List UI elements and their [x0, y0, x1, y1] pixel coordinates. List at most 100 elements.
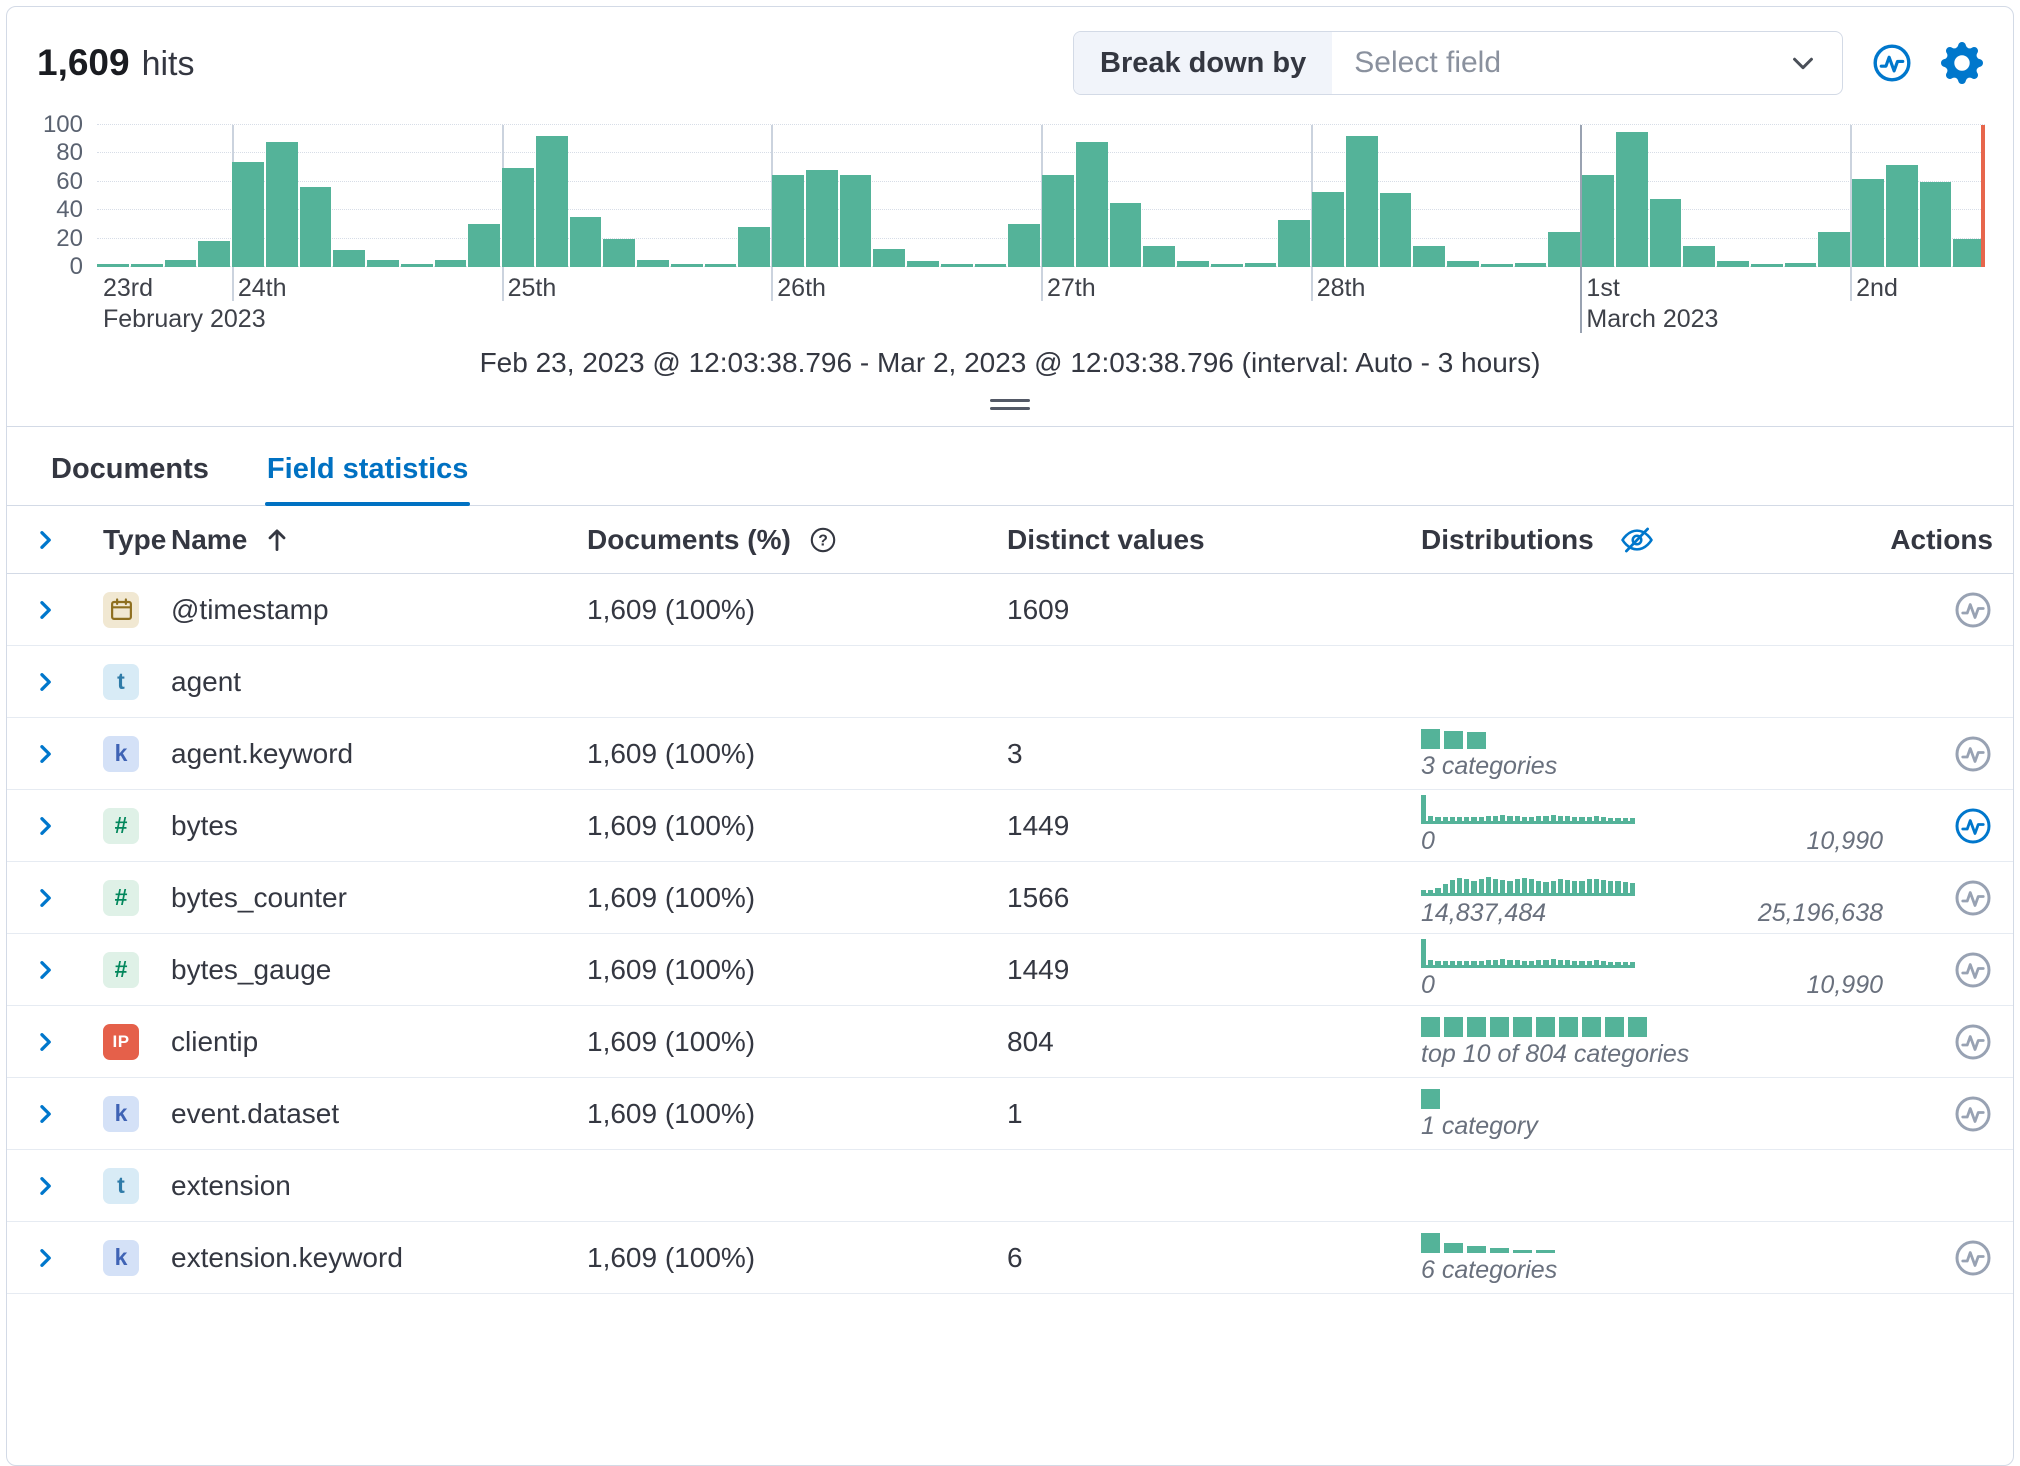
- histogram-bar[interactable]: [637, 260, 669, 267]
- field-stats-action-button[interactable]: [1953, 590, 1993, 630]
- row-expand-button[interactable]: [27, 813, 59, 839]
- field-stats-action-button[interactable]: [1953, 1094, 1993, 1134]
- row-expand-button[interactable]: [27, 885, 59, 911]
- histogram-bar[interactable]: [367, 260, 399, 267]
- histogram-bar[interactable]: [1413, 246, 1445, 267]
- histogram-bar[interactable]: [1110, 203, 1142, 267]
- visualize-button[interactable]: [1871, 42, 1913, 84]
- histogram-bar[interactable]: [1177, 261, 1209, 267]
- histogram-bar[interactable]: [570, 217, 602, 267]
- histogram-bar[interactable]: [1076, 142, 1108, 267]
- histogram-bar[interactable]: [1008, 224, 1040, 267]
- histogram-bar[interactable]: [840, 175, 872, 267]
- row-expand-button[interactable]: [27, 1173, 59, 1199]
- histogram-bar[interactable]: [1852, 179, 1884, 267]
- row-expand-button[interactable]: [27, 669, 59, 695]
- field-stats-action-button[interactable]: [1953, 878, 1993, 918]
- tab-documents[interactable]: Documents: [49, 427, 211, 505]
- histogram-bar[interactable]: [1380, 193, 1412, 267]
- distribution-mini-chart: [1421, 939, 1635, 968]
- distribution-max-label: 25,196,638: [1758, 899, 1883, 928]
- histogram-bar[interactable]: [1717, 261, 1749, 267]
- histogram-bar[interactable]: [1042, 175, 1074, 267]
- row-expand-button[interactable]: [27, 1029, 59, 1055]
- row-expand-button[interactable]: [27, 741, 59, 767]
- histogram-bar[interactable]: [1616, 132, 1648, 267]
- histogram-bar[interactable]: [468, 224, 500, 267]
- histogram-bar[interactable]: [300, 187, 332, 267]
- histogram-bar[interactable]: [1312, 192, 1344, 267]
- tab-field-statistics[interactable]: Field statistics: [265, 427, 470, 505]
- histogram-bar[interactable]: [131, 264, 163, 267]
- histogram-bar[interactable]: [97, 264, 129, 267]
- histogram-bar[interactable]: [671, 264, 703, 267]
- distribution-bar: [1493, 816, 1498, 821]
- histogram-bar[interactable]: [1346, 136, 1378, 267]
- histogram-bar[interactable]: [536, 136, 568, 267]
- histogram-bar[interactable]: [401, 264, 433, 267]
- histogram-bar[interactable]: [975, 264, 1007, 267]
- distribution-bar: [1608, 818, 1613, 821]
- histogram-bar[interactable]: [1920, 182, 1952, 267]
- chart-settings-button[interactable]: [1941, 42, 1983, 84]
- field-stats-action-button[interactable]: [1953, 1022, 1993, 1062]
- breakdown-label: Break down by: [1074, 32, 1332, 94]
- histogram-bar[interactable]: [1683, 246, 1715, 267]
- histogram-bar[interactable]: [502, 168, 534, 267]
- x-tick-label: 26th: [777, 273, 826, 304]
- histogram-bar[interactable]: [1245, 263, 1277, 267]
- distribution-bar: [1601, 817, 1606, 821]
- histogram-bar[interactable]: [266, 142, 298, 267]
- histogram-bar[interactable]: [907, 261, 939, 267]
- histogram-bars[interactable]: [97, 125, 1985, 267]
- field-stats-action-button[interactable]: [1953, 1238, 1993, 1278]
- field-stats-action-button[interactable]: [1953, 734, 1993, 774]
- row-expand-button[interactable]: [27, 957, 59, 983]
- row-expand-button[interactable]: [27, 1245, 59, 1271]
- distribution-bar: [1572, 881, 1577, 893]
- histogram-bar[interactable]: [333, 250, 365, 267]
- field-stats-action-button[interactable]: [1953, 950, 1993, 990]
- histogram-bar[interactable]: [232, 162, 264, 267]
- histogram-bar[interactable]: [873, 249, 905, 267]
- expand-all-button[interactable]: [27, 527, 59, 553]
- histogram-bar[interactable]: [1886, 165, 1918, 267]
- histogram-bar[interactable]: [1582, 175, 1614, 267]
- breakdown-field-select[interactable]: Select field: [1332, 32, 1842, 94]
- histogram-bar[interactable]: [1818, 232, 1850, 268]
- histogram-bar[interactable]: [1650, 199, 1682, 267]
- row-expand-button[interactable]: [27, 1101, 59, 1127]
- histogram-bar[interactable]: [1143, 246, 1175, 267]
- column-header-name[interactable]: Name: [171, 524, 567, 556]
- histogram-bar[interactable]: [1548, 232, 1580, 268]
- documents-histogram[interactable]: 020406080100 23rdFebruary 202324th25th26…: [7, 125, 2013, 267]
- row-expand-button[interactable]: [27, 597, 59, 623]
- distributions-toggle-icon[interactable]: [1620, 523, 1654, 557]
- histogram-bar[interactable]: [1751, 264, 1783, 267]
- field-stats-action-button[interactable]: [1953, 806, 1993, 846]
- distribution-bar: [1428, 890, 1433, 893]
- distribution-bar: [1428, 816, 1433, 821]
- histogram-bar[interactable]: [941, 264, 973, 267]
- chevron-right-icon: [33, 1245, 59, 1271]
- histogram-bar[interactable]: [1447, 261, 1479, 267]
- histogram-bar[interactable]: [165, 260, 197, 267]
- histogram-bar[interactable]: [603, 239, 635, 267]
- histogram-bar[interactable]: [1785, 263, 1817, 267]
- histogram-bar[interactable]: [738, 227, 770, 267]
- histogram-bar[interactable]: [435, 260, 467, 267]
- histogram-plot-area[interactable]: 23rdFebruary 202324th25th26th27th28th1st…: [97, 125, 1985, 267]
- histogram-bar[interactable]: [772, 175, 804, 267]
- histogram-bar[interactable]: [198, 241, 230, 267]
- histogram-bar[interactable]: [705, 264, 737, 267]
- panel-resize-handle[interactable]: [990, 399, 1030, 410]
- histogram-bar[interactable]: [1515, 263, 1547, 267]
- documents-help-icon[interactable]: ?: [809, 526, 837, 554]
- histogram-bar[interactable]: [1211, 264, 1243, 267]
- histogram-bar[interactable]: [1278, 220, 1310, 267]
- table-row: k extension.keyword 1,609 (100%) 6 6 cat…: [7, 1222, 2013, 1294]
- histogram-bar[interactable]: [806, 170, 838, 267]
- distribution-bar: [1543, 816, 1548, 821]
- x-tick-label: 25th: [508, 273, 557, 304]
- histogram-bar[interactable]: [1481, 264, 1513, 267]
